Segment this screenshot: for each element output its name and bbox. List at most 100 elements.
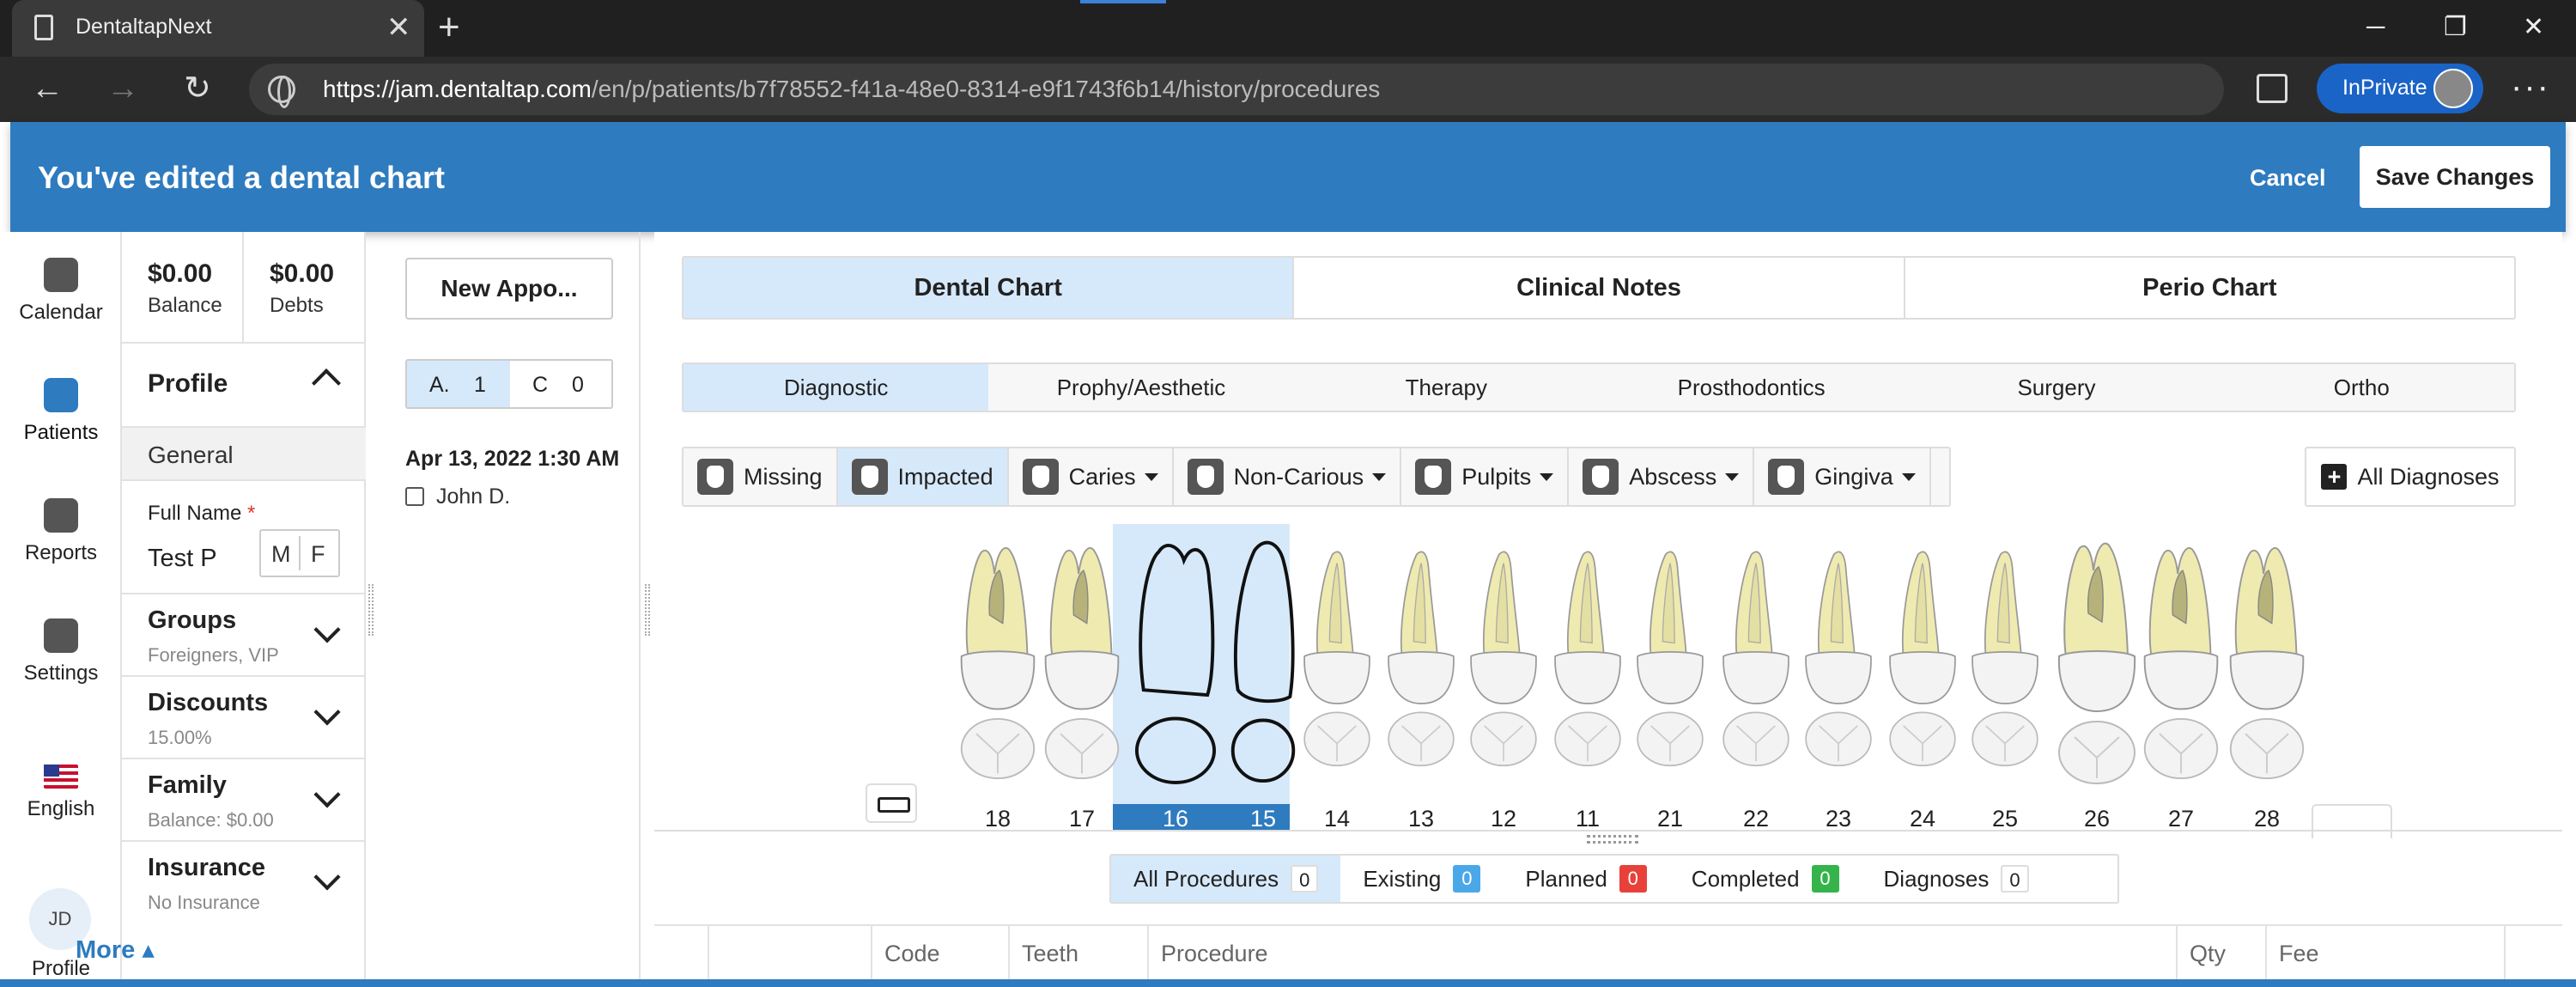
- tab-clinical-notes[interactable]: Clinical Notes: [1294, 258, 1905, 318]
- subtab-surgery[interactable]: Surgery: [1904, 364, 2208, 411]
- tooth-number[interactable]: 24: [1897, 806, 1948, 832]
- subtab-diagnostic[interactable]: Diagnostic: [683, 364, 989, 411]
- tooth-21[interactable]: [1633, 527, 1707, 785]
- tooth-number[interactable]: 14: [1311, 806, 1363, 832]
- fullname-field[interactable]: Test P: [148, 545, 217, 573]
- tooth-number[interactable]: 27: [2155, 806, 2207, 832]
- close-window-icon[interactable]: ✕: [2523, 10, 2544, 45]
- tooth-number[interactable]: 15: [1237, 806, 1289, 832]
- column-fee[interactable]: Fee: [2267, 926, 2506, 981]
- browser-tab[interactable]: DentaltapNext ✕: [12, 0, 424, 57]
- tooth-25[interactable]: [1968, 527, 2042, 785]
- discounts-section[interactable]: Discounts 15.00%: [122, 675, 366, 758]
- insurance-section[interactable]: Insurance No Insurance: [122, 840, 366, 923]
- tooth-number[interactable]: 26: [2071, 806, 2123, 832]
- sex-f-button[interactable]: F: [311, 541, 325, 568]
- diagnosis-abscess-button[interactable]: Abscess: [1569, 448, 1755, 505]
- diagnosis-impacted-button[interactable]: Impacted: [837, 448, 1009, 505]
- groups-section[interactable]: Groups Foreigners, VIP: [122, 593, 366, 675]
- tooth-13[interactable]: [1384, 527, 1458, 785]
- tooth-number[interactable]: 18: [972, 806, 1024, 832]
- subtab-prophy-aesthetic[interactable]: Prophy/Aesthetic: [988, 364, 1293, 411]
- family-section[interactable]: Family Balance: $0.00: [122, 758, 366, 840]
- diagnosis-pulpits-button[interactable]: Pulpits: [1401, 448, 1570, 505]
- filter-diagnoses[interactable]: Diagnoses 0: [1862, 856, 2051, 902]
- add-button-partial[interactable]: [2312, 804, 2392, 838]
- tooth-number[interactable]: 22: [1730, 806, 1782, 832]
- keyboard-icon[interactable]: [866, 783, 917, 823]
- nav-item-reports[interactable]: Reports: [0, 498, 122, 565]
- tooth-number[interactable]: 12: [1478, 806, 1529, 832]
- general-section[interactable]: General: [122, 426, 366, 481]
- subtab-ortho[interactable]: Ortho: [2209, 364, 2514, 411]
- tooth-number[interactable]: 11: [1562, 806, 1613, 832]
- nav-item-calendar[interactable]: Calendar: [0, 258, 122, 325]
- filter-planned[interactable]: Planned 0: [1503, 856, 1668, 902]
- tooth-27[interactable]: [2140, 527, 2222, 785]
- cancel-button[interactable]: Cancel: [2234, 155, 2342, 201]
- new-tab-button[interactable]: +: [438, 5, 460, 50]
- filter-all-procedures[interactable]: All Procedures 0: [1111, 856, 1341, 902]
- address-bar[interactable]: https://jam.dentaltap.com/en/p/patients/…: [249, 64, 2224, 115]
- tooth-18[interactable]: [957, 527, 1039, 785]
- tab-dental-chart[interactable]: Dental Chart: [683, 258, 1295, 318]
- tooth-24[interactable]: [1886, 527, 1959, 785]
- back-icon[interactable]: ←: [31, 67, 64, 110]
- tooth-23[interactable]: [1801, 527, 1875, 785]
- sex-toggle[interactable]: M F: [259, 529, 340, 577]
- tooth-number[interactable]: 25: [1979, 806, 2031, 832]
- tooth-11[interactable]: [1551, 527, 1625, 785]
- column-code[interactable]: Code: [872, 926, 1010, 981]
- sex-m-button[interactable]: M: [271, 541, 291, 568]
- tooth-number[interactable]: 23: [1813, 806, 1864, 832]
- tooth-number[interactable]: 28: [2241, 806, 2293, 832]
- subtab-prosthodontics[interactable]: Prosthodontics: [1599, 364, 1904, 411]
- tooth-12[interactable]: [1467, 527, 1540, 785]
- resize-handle[interactable]: [368, 584, 374, 636]
- save-changes-button[interactable]: Save Changes: [2360, 146, 2550, 208]
- column-procedure[interactable]: Procedure: [1149, 926, 2178, 981]
- more-options-icon[interactable]: ···: [2511, 65, 2550, 108]
- nav-item-patients[interactable]: Patients: [0, 378, 122, 445]
- inprivate-button[interactable]: InPrivate: [2317, 64, 2483, 113]
- diagnosis-gingiva-button[interactable]: Gingiva: [1754, 448, 1931, 505]
- tooth-number[interactable]: 21: [1644, 806, 1696, 832]
- nav-item-settings[interactable]: Settings: [0, 618, 122, 685]
- tooth-28[interactable]: [2226, 527, 2308, 785]
- url-text[interactable]: https://jam.dentaltap.com/en/p/patients/…: [323, 76, 1380, 103]
- column-teeth[interactable]: Teeth: [1010, 926, 1149, 981]
- close-tab-icon[interactable]: ✕: [386, 9, 411, 46]
- subtab-therapy[interactable]: Therapy: [1294, 364, 1599, 411]
- filter-completed[interactable]: Completed 0: [1669, 856, 1862, 902]
- tooth-number[interactable]: 16: [1150, 806, 1201, 832]
- appointment-date[interactable]: Apr 13, 2022 1:30 AM: [405, 447, 619, 472]
- tooth-16[interactable]: [1133, 527, 1218, 785]
- tooth-number[interactable]: 17: [1056, 806, 1108, 832]
- split-handle[interactable]: [1587, 835, 1638, 844]
- appointment-person[interactable]: John D.: [405, 484, 510, 509]
- column-status[interactable]: [709, 926, 872, 981]
- restore-icon[interactable]: ❐: [2444, 10, 2467, 45]
- all-diagnoses-button[interactable]: + All Diagnoses: [2305, 447, 2516, 507]
- chevron-up-icon[interactable]: [312, 369, 341, 398]
- column-qty[interactable]: Qty: [2178, 926, 2267, 981]
- filter-existing[interactable]: Existing 0: [1340, 856, 1503, 902]
- minimize-icon[interactable]: ─: [2366, 10, 2385, 45]
- tooth-15[interactable]: [1221, 527, 1305, 785]
- tab-perio-chart[interactable]: Perio Chart: [1905, 258, 2514, 318]
- diagnosis-missing-button[interactable]: Missing: [683, 448, 838, 505]
- resize-handle[interactable]: [645, 584, 650, 636]
- reload-icon[interactable]: ↻: [184, 67, 211, 110]
- tooth-26[interactable]: [2054, 527, 2140, 785]
- more-button[interactable]: More ▴: [76, 935, 155, 965]
- forward-icon[interactable]: →: [106, 67, 139, 110]
- tooth-number[interactable]: 13: [1395, 806, 1447, 832]
- tooth-22[interactable]: [1719, 527, 1793, 785]
- diagnosis-caries-button[interactable]: Caries: [1009, 448, 1174, 505]
- nav-item-language[interactable]: English: [0, 765, 122, 821]
- collections-icon[interactable]: [2257, 74, 2287, 103]
- column-select[interactable]: [654, 926, 709, 981]
- tooth-17[interactable]: [1041, 527, 1123, 785]
- diagnosis-non-carious-button[interactable]: Non-Carious: [1174, 448, 1402, 505]
- tooth-14[interactable]: [1300, 527, 1374, 785]
